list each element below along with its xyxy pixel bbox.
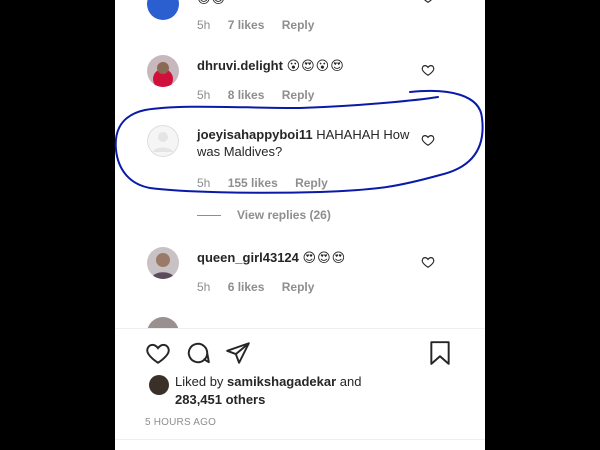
avatar[interactable] (147, 317, 179, 328)
comment-meta: 5h 155 likes Reply (197, 176, 342, 190)
reply-button[interactable]: Reply (282, 280, 315, 294)
bookmark-icon[interactable] (427, 340, 453, 366)
comment-likes[interactable]: 8 likes (228, 88, 265, 102)
reply-button[interactable]: Reply (282, 18, 315, 32)
view-replies-button[interactable]: View replies (26) (197, 208, 331, 222)
comment-likes[interactable]: 155 likes (228, 176, 278, 190)
liked-by-others[interactable]: 283,451 others (175, 392, 265, 407)
comment-likes[interactable]: 6 likes (228, 280, 265, 294)
comment-time: 5h (197, 176, 211, 190)
heart-icon[interactable] (145, 340, 171, 366)
replies-divider (197, 215, 221, 217)
avatar[interactable] (147, 247, 179, 279)
comment-emojis: 😍😍😍 (302, 250, 347, 265)
heart-icon[interactable] (421, 0, 435, 4)
divider (115, 328, 485, 329)
heart-icon[interactable] (421, 133, 435, 147)
comment-username[interactable]: joeyisahappyboi11 (197, 127, 313, 142)
post-timestamp: 5 HOURS AGO (145, 417, 217, 428)
view-replies-label: View replies (26) (237, 208, 331, 222)
post-comments-panel: 😍😍 5h 7 likes Reply dhruvi.delight 😮😍😮😍 … (115, 0, 485, 450)
liked-by-connector: and (339, 374, 362, 389)
heart-icon[interactable] (421, 255, 435, 269)
comment-icon[interactable] (185, 340, 211, 366)
comment-text: queen_girl43124 😍😍😍 (197, 249, 412, 266)
comment-meta: 5h 8 likes Reply (197, 88, 328, 102)
post-actions-bar (145, 340, 455, 366)
comments-list: 😍😍 5h 7 likes Reply dhruvi.delight 😮😍😮😍 … (115, 0, 485, 328)
avatar[interactable] (147, 125, 179, 157)
comment-time: 5h (197, 18, 211, 32)
comment-username[interactable]: dhruvi.delight (197, 58, 283, 73)
reply-button[interactable]: Reply (295, 176, 328, 190)
comment-time: 5h (197, 280, 211, 294)
comment-text: dhruvi.delight 😮😍😮😍 (197, 57, 412, 74)
liked-by-user[interactable]: samikshagadekar (227, 374, 336, 389)
comment-emojis: 😍😍 (197, 0, 226, 6)
avatar[interactable] (147, 0, 179, 20)
comment-username[interactable]: queen_girl43124 (197, 250, 299, 265)
comment-time: 5h (197, 88, 211, 102)
heart-icon[interactable] (421, 63, 435, 77)
divider (115, 439, 485, 440)
comment-meta: 5h 7 likes Reply (197, 18, 328, 32)
comment-text: joeyisahappyboi11 HAHAHAH How was Maldiv… (197, 126, 412, 160)
avatar[interactable] (147, 55, 179, 87)
liked-by-prefix: Liked by (175, 374, 224, 389)
reply-button[interactable]: Reply (282, 88, 315, 102)
comment-emojis: 😮😍😮😍 (286, 58, 345, 73)
share-icon[interactable] (225, 340, 251, 366)
comment-meta: 5h 6 likes Reply (197, 280, 328, 294)
comment-likes[interactable]: 7 likes (228, 18, 265, 32)
liked-by-text: Liked by samikshagadekar and 283,451 oth… (175, 373, 395, 409)
liker-avatar[interactable] (149, 375, 169, 395)
comment-text: 😍😍 (197, 0, 412, 7)
